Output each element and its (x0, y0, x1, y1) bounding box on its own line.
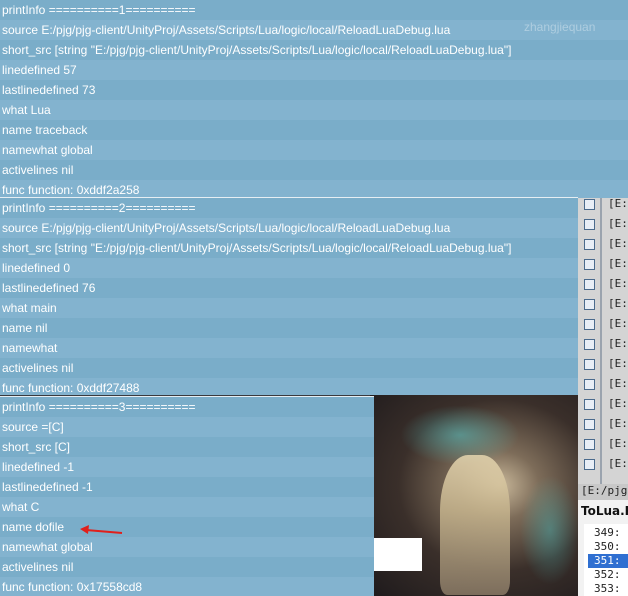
console-entry-row[interactable]: [E:/ (578, 435, 628, 455)
log-line[interactable]: name nil (0, 318, 578, 338)
entry-checkbox[interactable] (584, 459, 595, 470)
log-line[interactable]: name traceback (0, 120, 628, 140)
console-entry-row[interactable]: [E:/ (578, 295, 628, 315)
console-entry-list[interactable]: [E:/ [E:/ [E:/ [E:/ [E:/ [E:/ [E:/ [E:/ [E:/ [E:/… (578, 195, 628, 485)
entry-checkbox[interactable] (584, 219, 595, 230)
console-entry-row[interactable]: [E:/ (578, 355, 628, 375)
entry-checkbox[interactable] (584, 419, 595, 430)
log-line[interactable]: func function: 0xddf2a258 (0, 180, 628, 198)
entry-checkbox[interactable] (584, 199, 595, 210)
watermark-text: zhangjiequan (524, 20, 596, 34)
entry-checkbox[interactable] (584, 399, 595, 410)
log-line[interactable]: what Lua (0, 100, 628, 120)
log-entry-panel-2[interactable]: printInfo ==========2========== source E… (0, 198, 578, 395)
console-entry-row[interactable]: [E:/ (578, 235, 628, 255)
console-entry-row[interactable]: [E:/ (578, 315, 628, 335)
log-line[interactable]: lastlinedefined 76 (0, 278, 578, 298)
entry-path-text: [E:/ (608, 297, 628, 310)
log-line[interactable]: printInfo ==========2========== (0, 198, 578, 218)
console-entry-row[interactable]: [E:/ (578, 375, 628, 395)
log-line[interactable]: what main (0, 298, 578, 318)
console-entry-row[interactable]: [E:/ (578, 275, 628, 295)
log-line[interactable]: printInfo ==========3========== (0, 397, 374, 417)
log-line[interactable]: short_src [C] (0, 437, 374, 457)
console-entry-row[interactable]: [E:/ (578, 215, 628, 235)
log-line[interactable]: short_src [string "E:/pjg/pjg-client/Uni… (0, 40, 628, 60)
entry-path-text: [E:/ (608, 457, 628, 470)
console-entry-row[interactable]: [E:/ (578, 455, 628, 475)
console-entry-row[interactable]: [E:/ (578, 395, 628, 415)
character-figure (440, 455, 510, 595)
entry-checkbox[interactable] (584, 439, 595, 450)
log-line[interactable]: linedefined 0 (0, 258, 578, 278)
log-line[interactable]: activelines nil (0, 160, 628, 180)
entry-checkbox[interactable] (584, 239, 595, 250)
log-line[interactable]: name dofile (0, 517, 374, 537)
log-line[interactable]: linedefined 57 (0, 60, 628, 80)
log-line[interactable]: namewhat global (0, 140, 628, 160)
log-line[interactable]: activelines nil (0, 358, 578, 378)
log-line[interactable]: linedefined -1 (0, 457, 374, 477)
panel-border (0, 396, 374, 397)
entry-path-text: [E:/ (608, 397, 628, 410)
log-entry-panel-1[interactable]: printInfo ==========1========== source E… (0, 0, 628, 198)
line-number-item[interactable]: 350: (588, 540, 628, 554)
line-number-item-selected[interactable]: 351: (588, 554, 628, 568)
entry-path-text: [E:/ (608, 377, 628, 390)
console-entry-row[interactable]: [E:/ (578, 195, 628, 215)
blank-overlay-box (374, 538, 422, 571)
entry-path-text: [E:/ (608, 217, 628, 230)
entry-checkbox[interactable] (584, 299, 595, 310)
log-line[interactable]: lastlinedefined -1 (0, 477, 374, 497)
entry-checkbox[interactable] (584, 319, 595, 330)
scene-glow (520, 475, 580, 585)
line-number-item[interactable]: 349: (588, 526, 628, 540)
console-entry-row[interactable]: [E:/ (578, 335, 628, 355)
log-line[interactable]: source E:/pjg/pjg-client/UnityProj/Asset… (0, 218, 578, 238)
log-line[interactable]: what C (0, 497, 374, 517)
entry-checkbox[interactable] (584, 359, 595, 370)
log-line[interactable]: namewhat (0, 338, 578, 358)
entry-checkbox[interactable] (584, 339, 595, 350)
log-line[interactable]: activelines nil (0, 557, 374, 577)
log-entry-panel-3[interactable]: printInfo ==========3========== source =… (0, 397, 374, 596)
source-line-panel: ToLua.P 349: 350: 351: 352: 353: (578, 500, 628, 596)
entry-path-text: [E:/ (608, 197, 628, 210)
line-number-item[interactable]: 353: (588, 582, 628, 596)
file-path-tab[interactable]: [E:/pjg/ (578, 484, 628, 500)
panel-border (0, 197, 578, 198)
log-line[interactable]: source =[C] (0, 417, 374, 437)
console-entry-row[interactable]: [E:/ (578, 415, 628, 435)
entry-checkbox[interactable] (584, 279, 595, 290)
log-line[interactable]: func function: 0xddf27488 (0, 378, 578, 395)
log-line[interactable]: printInfo ==========1========== (0, 0, 628, 20)
log-line[interactable]: func function: 0x17558cd8 (0, 577, 374, 596)
red-arrow-icon (80, 525, 123, 534)
entry-path-text: [E:/ (608, 237, 628, 250)
entry-checkbox[interactable] (584, 379, 595, 390)
log-line[interactable]: lastlinedefined 73 (0, 80, 628, 100)
log-line[interactable]: short_src [string "E:/pjg/pjg-client/Uni… (0, 238, 578, 258)
entry-path-text: [E:/ (608, 257, 628, 270)
log-line[interactable]: namewhat global (0, 537, 374, 557)
entry-path-text: [E:/ (608, 317, 628, 330)
entry-path-text: [E:/ (608, 357, 628, 370)
entry-path-text: [E:/ (608, 437, 628, 450)
entry-checkbox[interactable] (584, 259, 595, 270)
entry-path-text: [E:/ (608, 417, 628, 430)
line-number-item[interactable]: 352: (588, 568, 628, 582)
line-number-list[interactable]: 349: 350: 351: 352: 353: (584, 524, 628, 596)
entry-path-text: [E:/ (608, 337, 628, 350)
entry-path-text: [E:/ (608, 277, 628, 290)
console-entry-row[interactable]: [E:/ (578, 255, 628, 275)
source-file-title: ToLua.P (581, 504, 628, 518)
